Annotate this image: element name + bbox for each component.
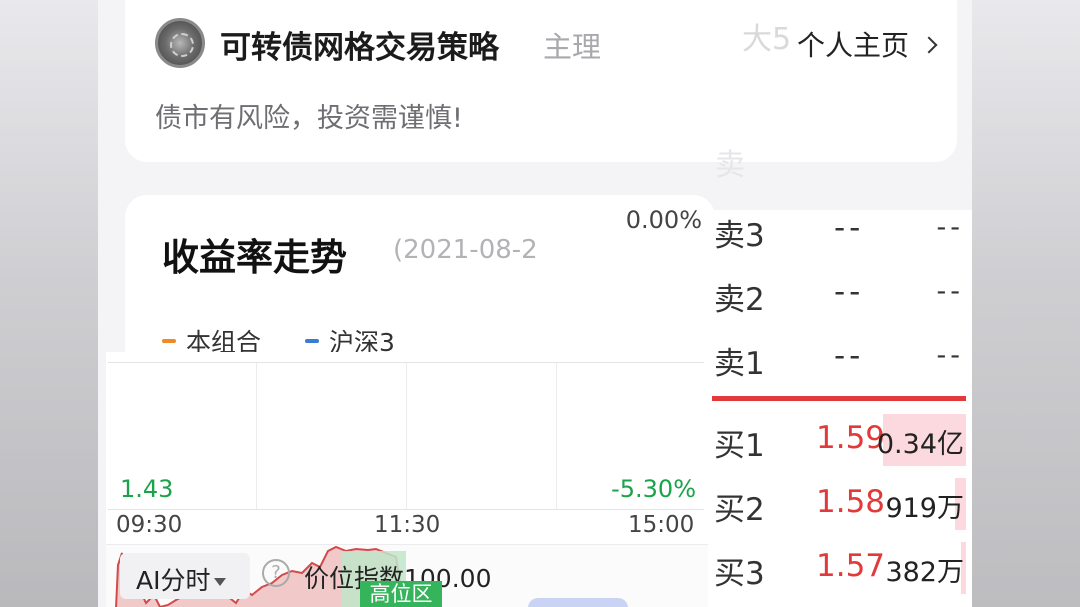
legend-swatch-icon bbox=[305, 339, 320, 343]
ghost-text-mid: 卖 bbox=[715, 148, 745, 183]
buy-row-3[interactable]: 买3 1.57 382万 bbox=[708, 540, 972, 596]
order-price: -- bbox=[834, 338, 865, 374]
order-label: 买1 bbox=[714, 428, 765, 464]
risk-note: 债市有风险，投资需谨慎! bbox=[155, 103, 463, 134]
order-price: -- bbox=[834, 274, 865, 310]
pct-top-label: 0.00% bbox=[625, 206, 702, 234]
order-label: 卖3 bbox=[714, 218, 765, 254]
order-volume: 0.34亿 bbox=[876, 429, 964, 460]
background-right bbox=[972, 0, 1080, 607]
chevron-right-icon bbox=[920, 36, 938, 54]
time-label-noon: 11:30 bbox=[374, 512, 441, 538]
caret-down-icon bbox=[214, 578, 227, 586]
sell-row-2[interactable]: 卖2 -- -- bbox=[708, 266, 972, 322]
order-label: 买2 bbox=[714, 492, 765, 528]
intraday-grid: 1.43 -5.30% bbox=[108, 362, 704, 510]
price-low-label: 1.43 bbox=[120, 475, 174, 503]
ghost-text-top: 大5 bbox=[742, 22, 792, 57]
order-price: 1.59 bbox=[816, 420, 886, 456]
homepage-link[interactable]: 个人主页 bbox=[797, 24, 938, 64]
sell-row-3[interactable]: 卖3 -- -- bbox=[708, 202, 972, 258]
grid-line bbox=[556, 363, 557, 509]
background-left bbox=[0, 0, 98, 607]
time-label-close: 15:00 bbox=[628, 512, 695, 538]
returns-trend-date: (2021-08-2 bbox=[393, 235, 538, 265]
order-volume: -- bbox=[936, 340, 964, 371]
order-volume: -- bbox=[936, 212, 964, 243]
app-screen: 可转债网格交易策略 主理 大5 个人主页 债市有风险，投资需谨慎! 卖 收益率走… bbox=[98, 0, 972, 607]
order-label: 卖1 bbox=[714, 346, 765, 382]
order-volume: -- bbox=[936, 276, 964, 307]
order-label: 卖2 bbox=[714, 282, 765, 318]
ai-intraday-tab[interactable]: AI分时 bbox=[120, 553, 250, 599]
buy-row-2[interactable]: 买2 1.58 919万 bbox=[708, 476, 972, 532]
legend-swatch-icon bbox=[162, 339, 176, 343]
order-label: 买3 bbox=[714, 556, 765, 592]
order-book: 卖3 -- -- 卖2 -- -- 卖1 -- -- 买1 1.59 0.34亿… bbox=[708, 210, 972, 607]
help-icon[interactable]: ? bbox=[262, 559, 290, 587]
returns-trend-title: 收益率走势 bbox=[162, 236, 347, 279]
spread-divider bbox=[712, 396, 966, 401]
order-volume: 919万 bbox=[885, 493, 964, 524]
grid-line bbox=[406, 363, 407, 509]
role-tag: 主理 bbox=[543, 30, 602, 64]
buy-row-1[interactable]: 买1 1.59 0.34亿 bbox=[708, 412, 972, 468]
avatar[interactable] bbox=[155, 18, 205, 68]
strategy-name: 可转债网格交易策略 bbox=[220, 30, 499, 66]
order-volume: 382万 bbox=[885, 557, 964, 588]
intraday-chart-panel[interactable]: 0.00% 1.43 -5.30% 09:30 11:30 15:00 AI分时… bbox=[106, 206, 710, 607]
homepage-link-label: 个人主页 bbox=[797, 29, 910, 62]
high-zone-badge: 高位区 bbox=[360, 581, 442, 607]
ai-intraday-label: AI分时 bbox=[136, 566, 211, 595]
order-price: 1.57 bbox=[816, 548, 886, 584]
strategy-header-card: 可转债网格交易策略 主理 大5 个人主页 债市有风险，投资需谨慎! bbox=[125, 0, 957, 162]
time-label-open: 09:30 bbox=[116, 512, 183, 538]
sell-row-1[interactable]: 卖1 -- -- bbox=[708, 330, 972, 386]
bottom-action-hint bbox=[528, 598, 628, 607]
grid-line bbox=[256, 363, 257, 509]
order-price: 1.58 bbox=[816, 484, 886, 520]
order-price: -- bbox=[834, 210, 865, 246]
pct-low-label: -5.30% bbox=[611, 475, 696, 503]
